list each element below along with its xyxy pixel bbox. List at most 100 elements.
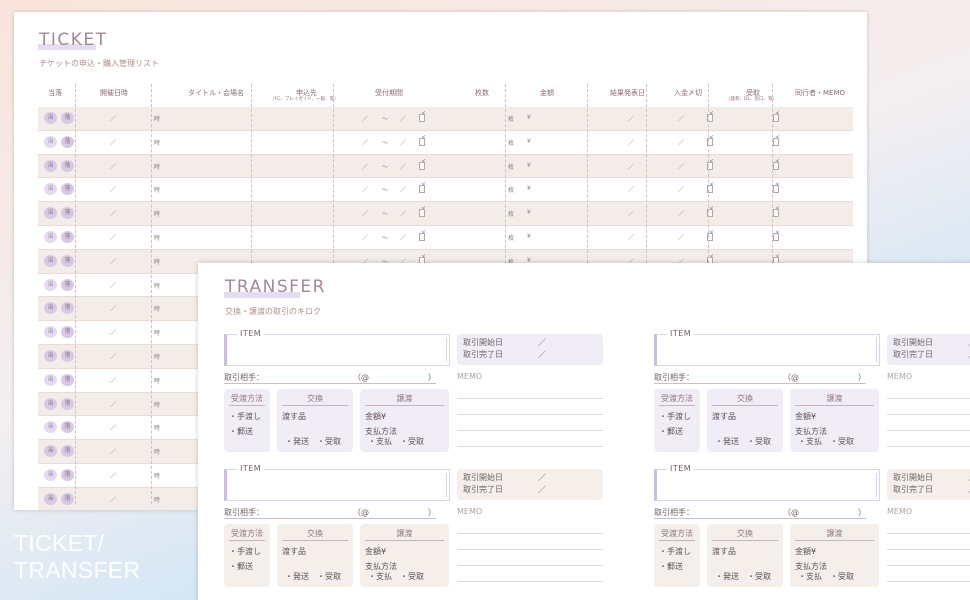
win-heart-icon[interactable]: 当 bbox=[44, 326, 57, 339]
memo-line[interactable] bbox=[887, 430, 970, 431]
item-field[interactable]: ITEM bbox=[654, 464, 880, 501]
exchange-ship[interactable]: ・発送 bbox=[285, 572, 309, 581]
lose-heart-icon[interactable]: 落 bbox=[61, 183, 74, 196]
win-heart-icon[interactable]: 当 bbox=[44, 445, 57, 458]
receive-checkbox[interactable] bbox=[773, 161, 779, 170]
method-hand[interactable]: ・手渡し bbox=[659, 545, 695, 560]
win-heart-icon[interactable]: 当 bbox=[44, 254, 57, 267]
lose-heart-icon[interactable]: 落 bbox=[61, 445, 74, 458]
exchange-ship[interactable]: ・発送 bbox=[715, 437, 739, 446]
partner-field[interactable]: 取引相手： （@ ） bbox=[224, 372, 436, 384]
memo-line[interactable] bbox=[457, 565, 603, 566]
win-heart-icon[interactable]: 当 bbox=[44, 112, 57, 124]
period-checkbox[interactable] bbox=[419, 209, 425, 218]
lose-heart-icon[interactable]: 落 bbox=[61, 159, 74, 172]
memo-line[interactable] bbox=[887, 549, 970, 550]
receive-checkbox[interactable] bbox=[773, 185, 779, 194]
win-heart-icon[interactable]: 当 bbox=[44, 159, 57, 172]
lose-heart-icon[interactable]: 落 bbox=[61, 207, 74, 220]
method-mail[interactable]: ・郵送 bbox=[659, 425, 695, 440]
lose-heart-icon[interactable]: 落 bbox=[61, 230, 74, 243]
lose-heart-icon[interactable]: 落 bbox=[61, 397, 74, 410]
memo-line[interactable] bbox=[887, 446, 970, 447]
giveaway-pay[interactable]: ・支払 bbox=[798, 572, 822, 581]
lose-heart-icon[interactable]: 落 bbox=[61, 302, 74, 315]
win-heart-icon[interactable]: 当 bbox=[44, 492, 57, 505]
method-hand[interactable]: ・手渡し bbox=[659, 410, 695, 425]
lose-heart-icon[interactable]: 落 bbox=[61, 492, 74, 505]
win-heart-icon[interactable]: 当 bbox=[44, 278, 57, 291]
exchange-ship[interactable]: ・発送 bbox=[285, 437, 309, 446]
exchange-receive[interactable]: ・受取 bbox=[317, 572, 341, 581]
end-date-label: 取引完了日 bbox=[463, 485, 503, 494]
partner-field[interactable]: 取引相手： （@ ） bbox=[654, 507, 866, 519]
exchange-receive[interactable]: ・受取 bbox=[317, 437, 341, 446]
win-heart-icon[interactable]: 当 bbox=[44, 468, 57, 481]
period-checkbox[interactable] bbox=[419, 185, 425, 194]
memo-line[interactable] bbox=[457, 549, 603, 550]
win-heart-icon[interactable]: 当 bbox=[44, 397, 57, 410]
giveaway-receive[interactable]: ・受取 bbox=[830, 437, 854, 446]
item-field[interactable]: ITEM bbox=[224, 464, 450, 501]
win-heart-icon[interactable]: 当 bbox=[44, 230, 57, 243]
date-slash: ／ bbox=[110, 282, 117, 290]
method-hand[interactable]: ・手渡し bbox=[229, 545, 265, 560]
method-hand[interactable]: ・手渡し bbox=[229, 410, 265, 425]
exchange-card: 交換 渡す品 ・発送 ・受取 bbox=[707, 524, 783, 587]
win-heart-icon[interactable]: 当 bbox=[44, 421, 57, 434]
lose-heart-icon[interactable]: 落 bbox=[61, 468, 74, 481]
method-mail[interactable]: ・郵送 bbox=[659, 560, 695, 575]
memo-line[interactable] bbox=[457, 581, 603, 582]
partner-handle-close: ） bbox=[858, 508, 866, 517]
receive-checkbox[interactable] bbox=[773, 232, 779, 241]
memo-line[interactable] bbox=[457, 398, 603, 399]
receive-checkbox[interactable] bbox=[773, 137, 779, 146]
method-mail[interactable]: ・郵送 bbox=[229, 560, 265, 575]
win-heart-icon[interactable]: 当 bbox=[44, 207, 57, 220]
exchange-receive[interactable]: ・受取 bbox=[747, 572, 771, 581]
lose-heart-icon[interactable]: 落 bbox=[61, 373, 74, 386]
giveaway-receive[interactable]: ・受取 bbox=[830, 572, 854, 581]
giveaway-receive[interactable]: ・受取 bbox=[400, 572, 424, 581]
giveaway-receive[interactable]: ・受取 bbox=[400, 437, 424, 446]
lose-heart-icon[interactable]: 落 bbox=[61, 349, 74, 362]
item-field[interactable]: ITEM bbox=[224, 329, 450, 366]
partner-field[interactable]: 取引相手： （@ ） bbox=[224, 507, 436, 519]
memo-line[interactable] bbox=[457, 446, 603, 447]
exchange-title: 交換 bbox=[282, 393, 348, 406]
memo-line[interactable] bbox=[457, 430, 603, 431]
memo-line[interactable] bbox=[887, 533, 970, 534]
period-checkbox[interactable] bbox=[419, 161, 425, 170]
period-checkbox[interactable] bbox=[419, 137, 425, 146]
giveaway-pay[interactable]: ・支払 bbox=[368, 437, 392, 446]
exchange-ship[interactable]: ・発送 bbox=[715, 572, 739, 581]
memo-line[interactable] bbox=[887, 414, 970, 415]
receive-checkbox[interactable] bbox=[773, 209, 779, 218]
lose-heart-icon[interactable]: 落 bbox=[61, 326, 74, 339]
memo-line[interactable] bbox=[457, 533, 603, 534]
receive-checkbox[interactable] bbox=[773, 114, 779, 122]
giveaway-pay[interactable]: ・支払 bbox=[368, 572, 392, 581]
lose-heart-icon[interactable]: 落 bbox=[61, 135, 74, 148]
lose-heart-icon[interactable]: 落 bbox=[61, 112, 74, 124]
win-heart-icon[interactable]: 当 bbox=[44, 135, 57, 148]
item-field[interactable]: ITEM bbox=[654, 329, 880, 366]
win-heart-icon[interactable]: 当 bbox=[44, 373, 57, 386]
win-heart-icon[interactable]: 当 bbox=[44, 302, 57, 315]
method-mail[interactable]: ・郵送 bbox=[229, 425, 265, 440]
memo-line[interactable] bbox=[887, 565, 970, 566]
partner-field[interactable]: 取引相手： （@ ） bbox=[654, 372, 866, 384]
memo-line[interactable] bbox=[457, 414, 603, 415]
period-checkbox[interactable] bbox=[419, 232, 425, 241]
lose-heart-icon[interactable]: 落 bbox=[61, 421, 74, 434]
win-heart-icon[interactable]: 当 bbox=[44, 183, 57, 196]
win-heart-icon[interactable]: 当 bbox=[44, 349, 57, 362]
exchange-receive[interactable]: ・受取 bbox=[747, 437, 771, 446]
partner-handle-open: （@ bbox=[353, 508, 369, 517]
memo-line[interactable] bbox=[887, 581, 970, 582]
memo-line[interactable] bbox=[887, 398, 970, 399]
lose-heart-icon[interactable]: 落 bbox=[61, 278, 74, 291]
period-checkbox[interactable] bbox=[419, 114, 425, 122]
lose-heart-icon[interactable]: 落 bbox=[61, 254, 74, 267]
giveaway-pay[interactable]: ・支払 bbox=[798, 437, 822, 446]
